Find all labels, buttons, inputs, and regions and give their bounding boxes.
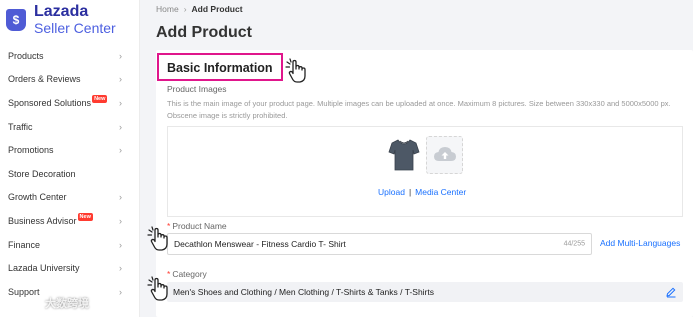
chevron-right-icon: › [119, 74, 122, 85]
product-images-label: Product Images [167, 84, 227, 94]
new-badge: New [92, 94, 108, 103]
breadcrumb-current: Add Product [191, 4, 243, 14]
sidebar-menu: Products › Orders & Reviews › Sponsored Solu… [0, 44, 140, 304]
sidebar-item-label: Finance [8, 239, 41, 250]
chevron-right-icon: › [119, 239, 122, 250]
product-images-hint: This is the main image of your product p… [167, 99, 671, 120]
add-multi-languages-link[interactable]: Add Multi-Languages [600, 238, 680, 248]
sidebar-item-label: Growth Center [8, 192, 67, 203]
chevron-right-icon: › [119, 97, 122, 108]
upload-image-slot[interactable] [426, 136, 463, 174]
chevron-right-icon: › [119, 121, 122, 132]
page-title: Add Product [156, 24, 252, 41]
category-selector[interactable]: Men's Shoes and Clothing / Men Clothing … [167, 282, 683, 302]
sidebar-item-orders-reviews[interactable]: Orders & Reviews › [0, 68, 140, 92]
watermark-text: 大数跨境 [45, 298, 89, 310]
breadcrumb-home[interactable]: Home [156, 4, 179, 14]
tshirt-thumbnail[interactable] [386, 136, 422, 174]
sidebar-item-label: Promotions [8, 145, 54, 156]
links-separator: | [408, 187, 412, 197]
sidebar-item-sponsored-solutions[interactable]: Sponsored Solutions New › [0, 91, 140, 115]
chevron-right-icon: › [119, 145, 122, 156]
sidebar-item-label: Products [8, 50, 44, 61]
media-center-link[interactable]: Media Center [415, 187, 466, 197]
hand-pointer-icon [147, 276, 168, 301]
sidebar-item-label: Sponsored Solutions [8, 97, 92, 108]
sidebar-item-growth-center[interactable]: Growth Center › [0, 186, 140, 210]
chevron-right-icon: › [119, 286, 122, 297]
main-content: Home › Add Product Add Product Basic Inf… [140, 0, 693, 317]
product-name-input[interactable]: Decathlon Menswear - Fitness Cardio T- S… [167, 233, 592, 255]
product-name: Seller Center [34, 20, 116, 37]
character-counter: 44/255 [563, 240, 585, 248]
sidebar-item-promotions[interactable]: Promotions › [0, 138, 140, 162]
upload-link[interactable]: Upload [378, 187, 405, 197]
product-name-value: Decathlon Menswear - Fitness Cardio T- S… [174, 239, 346, 249]
chevron-right-icon: › [119, 192, 122, 203]
watermark-logo-icon [30, 297, 42, 309]
category-label-text: Category [172, 269, 207, 279]
breadcrumb-separator: › [183, 4, 187, 14]
product-name-label: * Product Name [167, 221, 227, 231]
watermark: 大数跨境 [30, 295, 89, 311]
sidebar-item-label: Lazada University [8, 263, 80, 274]
chevron-right-icon: › [119, 263, 122, 274]
chevron-right-icon: › [119, 50, 122, 61]
breadcrumb: Home › Add Product [156, 4, 243, 14]
sidebar-item-lazada-university[interactable]: Lazada University › [0, 256, 140, 280]
sidebar-item-label: Traffic [8, 121, 33, 132]
category-value: Men's Shoes and Clothing / Men Clothing … [173, 287, 434, 297]
new-badge: New [77, 212, 93, 221]
lazada-logo-icon: $ [6, 9, 26, 31]
sidebar-item-store-decoration[interactable]: Store Decoration [0, 162, 140, 186]
sidebar-item-traffic[interactable]: Traffic › [0, 115, 140, 139]
sidebar-item-label: Store Decoration [8, 168, 76, 179]
product-images-area: Upload | Media Center [167, 126, 683, 217]
product-name-label-text: Product Name [172, 221, 227, 231]
logo[interactable]: $ Lazada Seller Center [6, 0, 116, 40]
section-title: Basic Information [167, 61, 273, 75]
sidebar-item-label: Orders & Reviews [8, 74, 81, 85]
sidebar-item-products[interactable]: Products › [0, 44, 140, 68]
pencil-edit-icon[interactable] [665, 286, 677, 298]
hand-pointer-icon [285, 58, 306, 83]
sidebar-item-finance[interactable]: Finance › [0, 233, 140, 257]
cloud-upload-icon [433, 147, 456, 161]
basic-information-card: Basic Information Product Images This is… [147, 50, 693, 317]
hand-pointer-icon [147, 226, 168, 251]
sidebar-item-business-advisor[interactable]: Business Advisor New › [0, 209, 140, 233]
sidebar-item-label: Business Advisor [8, 215, 77, 226]
brand-name: Lazada [34, 3, 89, 21]
chevron-right-icon: › [119, 215, 122, 226]
sidebar: $ Lazada Seller Center Products › Orders &… [0, 0, 140, 317]
